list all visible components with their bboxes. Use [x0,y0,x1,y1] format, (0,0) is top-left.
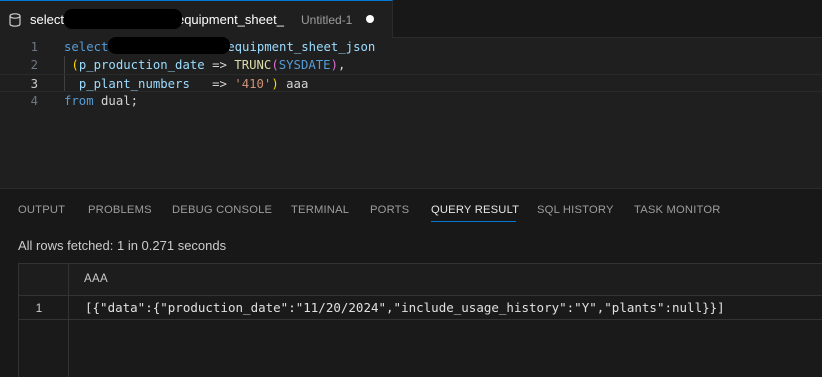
unsaved-dot-icon[interactable] [366,15,374,23]
line-number: 1 [30,40,38,54]
tab-debug-console[interactable]: DEBUG CONSOLE [172,204,272,216]
code-editor[interactable]: 1 select k.equipment_sheet_json 2 (p_prod… [0,38,822,188]
query-status: All rows fetched: 1 in 0.271 seconds [18,238,227,253]
panel-tab-bar: OUTPUT PROBLEMS DEBUG CONSOLE TERMINAL P… [0,196,822,226]
column-header[interactable]: AAA [84,273,108,285]
editor-tab[interactable]: select equipment_sheet_ Untitled-1 [0,0,393,38]
tab-title-start: select [30,12,64,27]
tab-terminal[interactable]: TERMINAL [291,204,349,216]
tab-task-monitor[interactable]: TASK MONITOR [634,204,721,216]
result-cell[interactable]: [{"data":{"production_date":"11/20/2024"… [85,300,725,315]
grid-header: AAA [19,264,822,296]
tab-problems[interactable]: PROBLEMS [88,204,152,216]
line-number: 4 [30,94,38,108]
redaction-mark [64,9,182,29]
table-row[interactable]: 1 [{"data":{"production_date":"11/20/202… [19,296,822,320]
line-number: 2 [30,58,38,72]
string-literal: '410' [234,77,272,91]
redaction-mark [108,37,230,54]
code-line-2[interactable]: 2 (p_production_date => TRUNC(SYSDATE), [0,56,822,74]
row-number-column [19,264,69,377]
code-line-4[interactable]: 4 from dual; [0,92,822,110]
line-number: 3 [30,77,38,91]
function-name: TRUNC [234,58,272,72]
vscode-window: select equipment_sheet_ Untitled-1 1 sele… [0,0,822,377]
row-number: 1 [35,301,43,315]
database-icon [9,13,21,27]
tab-description: Untitled-1 [301,13,353,27]
result-grid[interactable]: AAA 1 [{"data":{"production_date":"11/20… [18,263,822,377]
param-name: p_plant_numbers [78,77,190,91]
param-name: p_production_date [78,58,205,72]
code-keyword: from [64,94,94,108]
code-line-3[interactable]: 3 p_plant_numbers => '410') aaa [0,74,822,92]
active-tab-indicator [431,221,516,222]
tab-ports[interactable]: PORTS [370,204,409,216]
tab-output[interactable]: OUTPUT [18,204,65,216]
tab-query-result[interactable]: QUERY RESULT [431,204,519,216]
code-identifier: k.equipment_sheet_json [212,40,376,54]
tab-sql-history[interactable]: SQL HISTORY [537,204,614,216]
tab-title-end: equipment_sheet_ [176,12,284,27]
code-keyword: select [64,40,109,54]
